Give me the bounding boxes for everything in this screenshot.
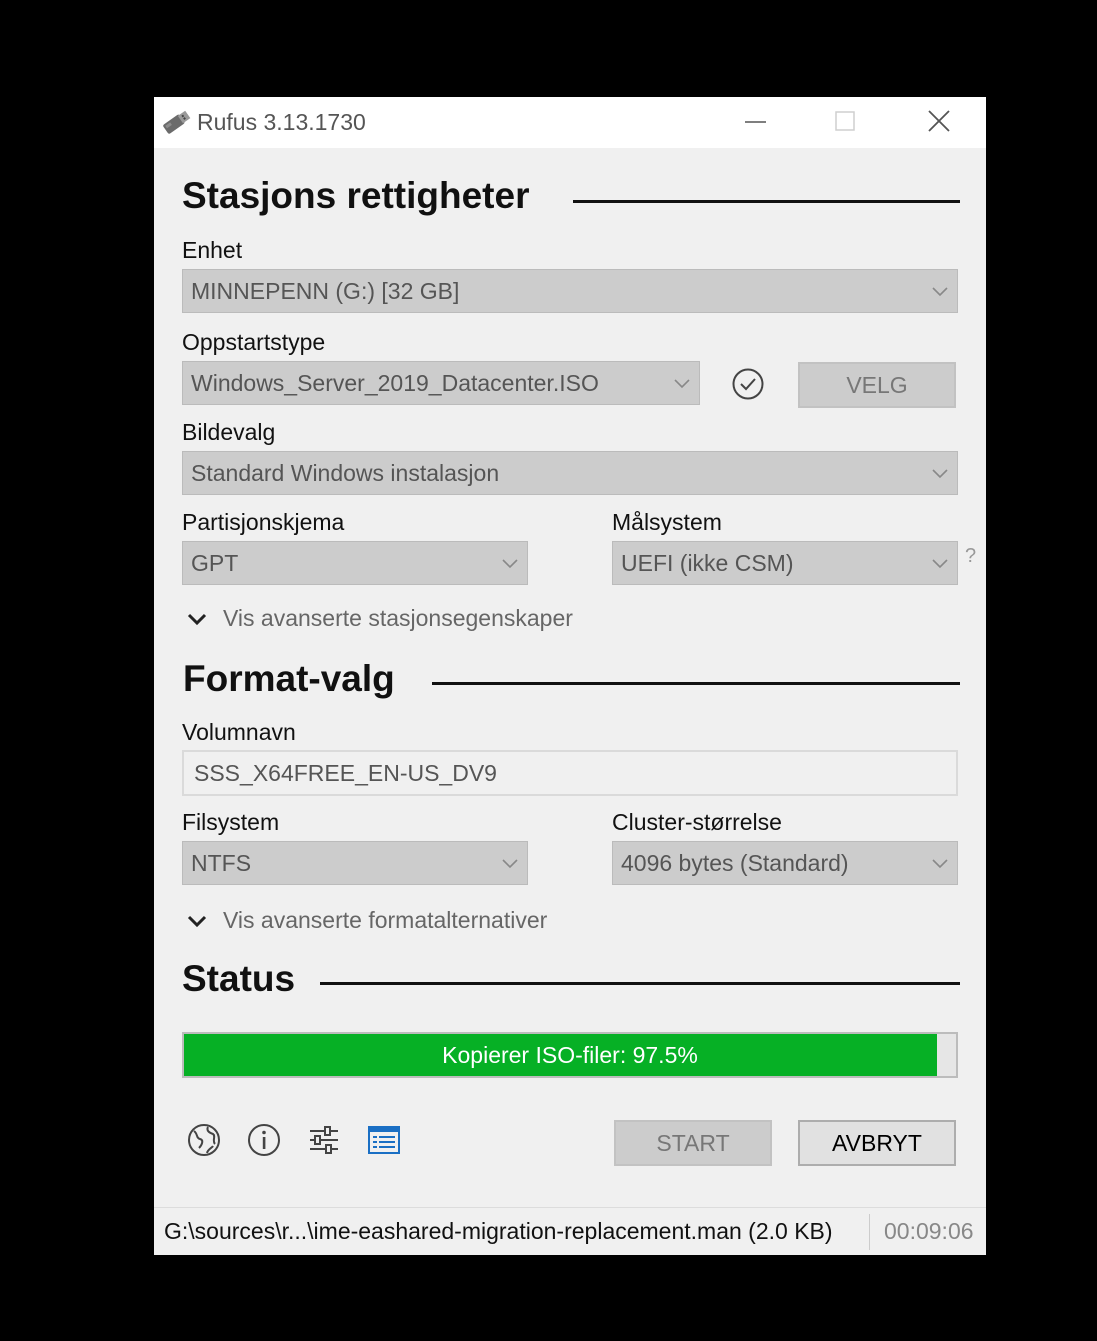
advanced-drive-toggle[interactable]: Vis avanserte stasjonsegenskaper bbox=[186, 605, 606, 635]
device-dropdown[interactable]: MINNEPENN (G:) [32 GB] bbox=[182, 269, 958, 313]
advanced-format-toggle[interactable]: Vis avanserte formatalternativer bbox=[186, 907, 606, 937]
volume-label-input[interactable]: SSS_X64FREE_EN-US_DV9 bbox=[182, 750, 958, 796]
progress-text: Kopierer ISO-filer: 97.5% bbox=[442, 1042, 698, 1068]
target-system-dropdown[interactable]: UEFI (ikke CSM) bbox=[612, 541, 958, 585]
file-system-value: NTFS bbox=[191, 850, 252, 876]
volume-label-label: Volumnavn bbox=[182, 719, 296, 745]
info-icon[interactable] bbox=[246, 1122, 282, 1158]
cluster-size-dropdown[interactable]: 4096 bytes (Standard) bbox=[612, 841, 958, 885]
partition-scheme-dropdown[interactable]: GPT bbox=[182, 541, 528, 585]
close-button[interactable] bbox=[894, 97, 986, 148]
elapsed-timer: 00:09:06 bbox=[884, 1218, 974, 1244]
minimize-icon bbox=[745, 121, 766, 123]
drive-properties-heading: Stasjons rettigheter bbox=[182, 175, 530, 216]
target-help-link[interactable]: ? bbox=[965, 545, 976, 568]
advanced-drive-label: Vis avanserte stasjonsegenskaper bbox=[223, 605, 573, 631]
chevron-down-icon bbox=[674, 379, 690, 389]
chevron-down-icon bbox=[932, 287, 948, 297]
settings-sliders-icon[interactable] bbox=[306, 1122, 342, 1158]
target-system-value: UEFI (ikke CSM) bbox=[621, 550, 794, 576]
log-icon[interactable] bbox=[366, 1122, 402, 1158]
advanced-format-label: Vis avanserte formatalternativer bbox=[223, 907, 548, 933]
chevron-down-icon bbox=[502, 559, 518, 569]
partition-scheme-label: Partisjonskjema bbox=[182, 509, 345, 535]
close-icon bbox=[928, 110, 950, 132]
chevron-down-icon bbox=[187, 613, 207, 626]
chevron-down-icon bbox=[932, 859, 948, 869]
device-value: MINNEPENN (G:) [32 GB] bbox=[191, 278, 460, 304]
minimize-button[interactable] bbox=[709, 97, 801, 148]
maximize-icon bbox=[835, 111, 855, 131]
file-system-label: Filsystem bbox=[182, 809, 280, 835]
partition-scheme-value: GPT bbox=[191, 550, 239, 576]
target-system-label: Målsystem bbox=[612, 509, 722, 535]
format-options-heading: Format-valg bbox=[183, 658, 395, 699]
usb-drive-icon bbox=[163, 110, 191, 134]
checksum-check-icon[interactable] bbox=[731, 367, 765, 401]
boot-type-label: Oppstartstype bbox=[182, 329, 326, 355]
status-separator bbox=[869, 1214, 870, 1250]
image-option-dropdown[interactable]: Standard Windows instalasjon bbox=[182, 451, 958, 495]
status-heading: Status bbox=[182, 958, 296, 999]
status-bar: G:\sources\r...\ime-eashared-migration-r… bbox=[154, 1207, 986, 1255]
section-divider bbox=[320, 982, 960, 985]
rufus-window: Rufus 3.13.1730 Stasjons rettigheter Enh… bbox=[154, 97, 986, 1255]
chevron-down-icon bbox=[502, 859, 518, 869]
chevron-down-icon bbox=[187, 915, 207, 928]
chevron-down-icon bbox=[932, 559, 948, 569]
file-system-dropdown[interactable]: NTFS bbox=[182, 841, 528, 885]
cluster-size-label: Cluster-størrelse bbox=[612, 809, 782, 835]
status-message: G:\sources\r...\ime-eashared-migration-r… bbox=[164, 1218, 833, 1244]
start-button[interactable]: START bbox=[614, 1120, 772, 1166]
device-label: Enhet bbox=[182, 237, 243, 263]
volume-label-value: SSS_X64FREE_EN-US_DV9 bbox=[194, 760, 497, 786]
cancel-button[interactable]: AVBRYT bbox=[798, 1120, 956, 1166]
maximize-button[interactable] bbox=[800, 97, 892, 148]
globe-icon[interactable] bbox=[186, 1122, 222, 1158]
image-option-value: Standard Windows instalasjon bbox=[191, 460, 500, 486]
window-title: Rufus 3.13.1730 bbox=[197, 109, 366, 135]
chevron-down-icon bbox=[932, 469, 948, 479]
boot-type-dropdown[interactable]: Windows_Server_2019_Datacenter.ISO bbox=[182, 361, 700, 405]
select-image-button[interactable]: VELG bbox=[798, 362, 956, 408]
progress-bar: Kopierer ISO-filer: 97.5% bbox=[182, 1032, 958, 1078]
section-divider bbox=[573, 200, 960, 203]
image-option-label: Bildevalg bbox=[182, 419, 276, 445]
cluster-size-value: 4096 bytes (Standard) bbox=[621, 850, 849, 876]
boot-type-value: Windows_Server_2019_Datacenter.ISO bbox=[191, 370, 599, 396]
title-bar: Rufus 3.13.1730 bbox=[154, 97, 986, 148]
section-divider bbox=[432, 682, 960, 685]
